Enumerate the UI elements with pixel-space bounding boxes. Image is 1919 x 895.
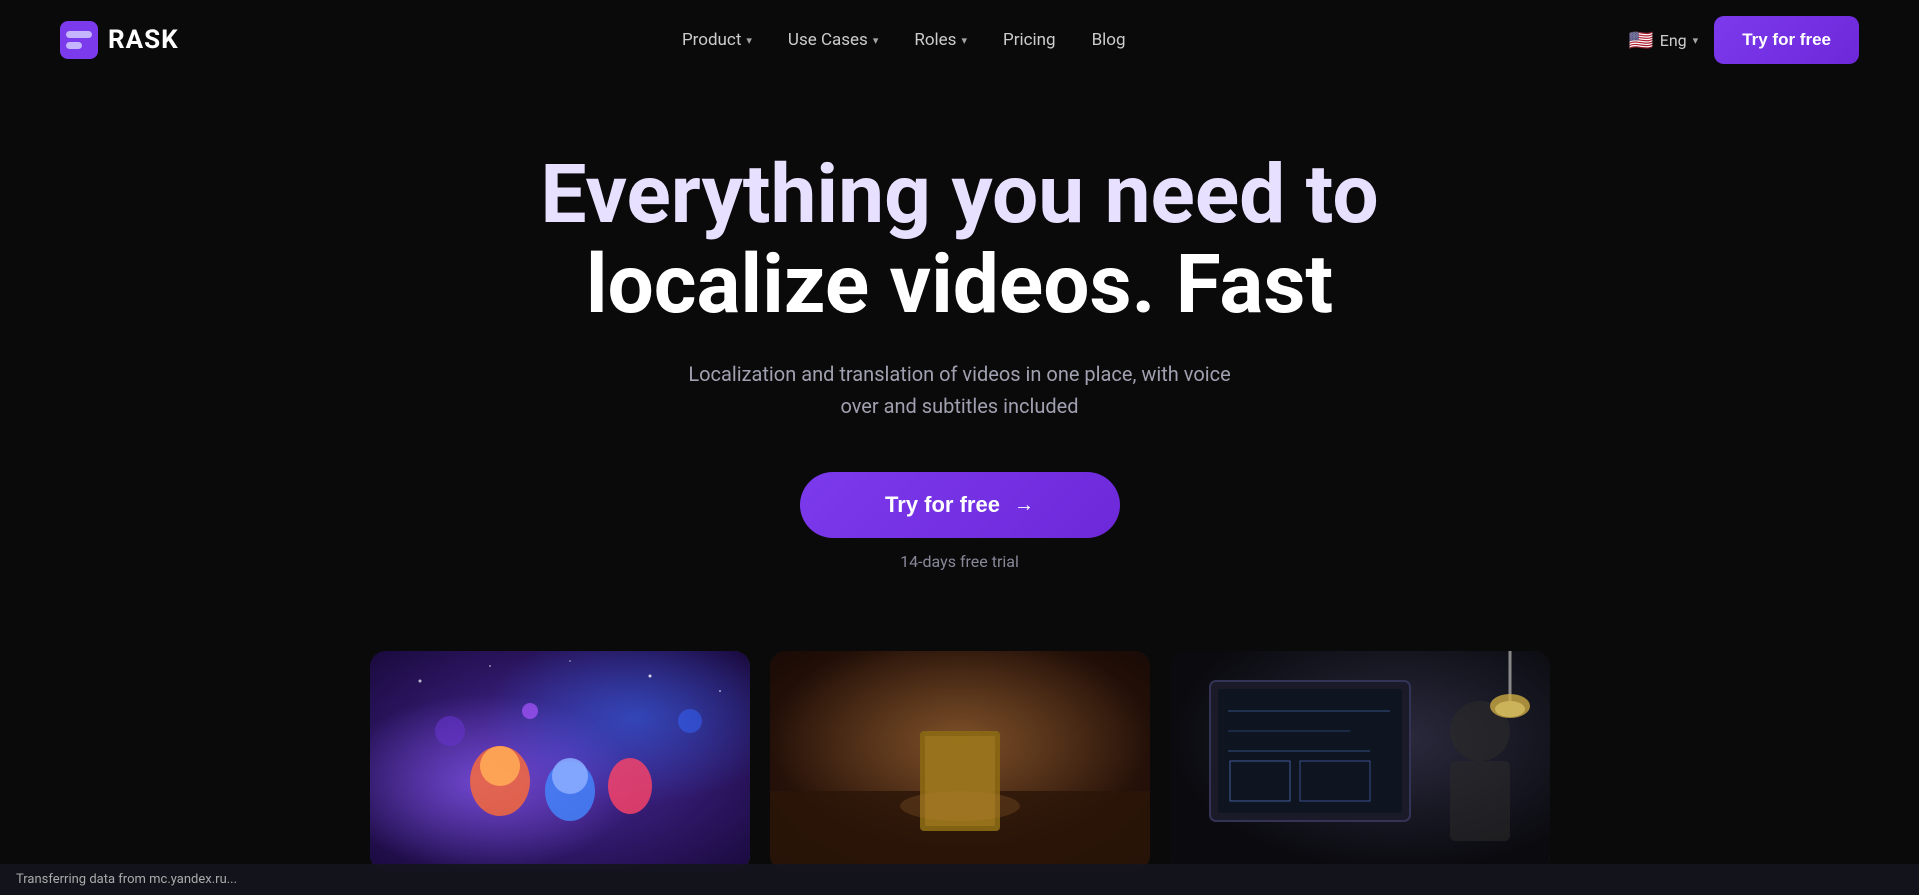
chevron-down-icon: ▾ — [1693, 34, 1699, 47]
thumbnail-1-svg — [370, 651, 750, 871]
nav-item-pricing[interactable]: Pricing — [1003, 30, 1056, 50]
thumbnail-2[interactable] — [770, 651, 1150, 871]
thumbnail-1-content — [370, 651, 750, 871]
language-selector[interactable]: 🇺🇸 Eng ▾ — [1629, 28, 1698, 52]
nav-link-pricing[interactable]: Pricing — [1003, 30, 1056, 50]
hero-title-line2: localize videos. Fast — [586, 237, 1333, 333]
trial-note: 14-days free trial — [900, 552, 1019, 571]
hero-title-line1: Everything you need to — [540, 147, 1378, 243]
thumbnail-2-svg — [770, 651, 1150, 871]
thumbnails-section — [0, 621, 1919, 871]
nav-item-roles[interactable]: Roles ▾ — [914, 30, 967, 50]
hero-title: Everything you need to localize videos. … — [540, 150, 1378, 330]
chevron-down-icon: ▾ — [961, 34, 967, 47]
nav-item-use-cases[interactable]: Use Cases ▾ — [788, 30, 878, 50]
logo[interactable]: RASK — [60, 21, 179, 59]
thumbnail-3-content — [1170, 651, 1550, 871]
flag-icon: 🇺🇸 — [1629, 28, 1654, 52]
thumbnail-3-svg — [1170, 651, 1550, 871]
logo-icon — [60, 21, 98, 59]
language-label: Eng — [1660, 31, 1687, 50]
arrow-right-icon: → — [1014, 494, 1034, 517]
navbar: RASK Product ▾ Use Cases ▾ Roles ▾ Prici… — [0, 0, 1919, 80]
thumbnail-1[interactable] — [370, 651, 750, 871]
thumbnail-3[interactable] — [1170, 651, 1550, 871]
nav-link-roles[interactable]: Roles ▾ — [914, 30, 967, 50]
nav-try-free-button[interactable]: Try for free — [1714, 16, 1859, 64]
nav-right: 🇺🇸 Eng ▾ Try for free — [1629, 16, 1859, 64]
nav-item-product[interactable]: Product ▾ — [682, 30, 752, 50]
hero-cta-wrapper: Try for free → 14-days free trial — [800, 472, 1120, 571]
nav-link-blog[interactable]: Blog — [1092, 30, 1126, 50]
nav-link-product[interactable]: Product ▾ — [682, 30, 752, 50]
nav-link-use-cases[interactable]: Use Cases ▾ — [788, 30, 878, 50]
status-bar: Transferring data from mc.yandex.ru... — [0, 864, 1919, 895]
chevron-down-icon: ▾ — [746, 34, 752, 47]
logo-text: RASK — [108, 25, 179, 55]
hero-subtitle: Localization and translation of videos i… — [670, 358, 1250, 422]
nav-item-blog[interactable]: Blog — [1092, 30, 1126, 50]
hero-section: Everything you need to localize videos. … — [0, 80, 1919, 621]
hero-try-free-label: Try for free — [885, 492, 1000, 518]
status-text: Transferring data from mc.yandex.ru... — [16, 872, 237, 887]
chevron-down-icon: ▾ — [873, 34, 879, 47]
thumbnail-2-content — [770, 651, 1150, 871]
hero-try-free-button[interactable]: Try for free → — [800, 472, 1120, 538]
nav-links: Product ▾ Use Cases ▾ Roles ▾ Pricing Bl… — [682, 30, 1126, 50]
